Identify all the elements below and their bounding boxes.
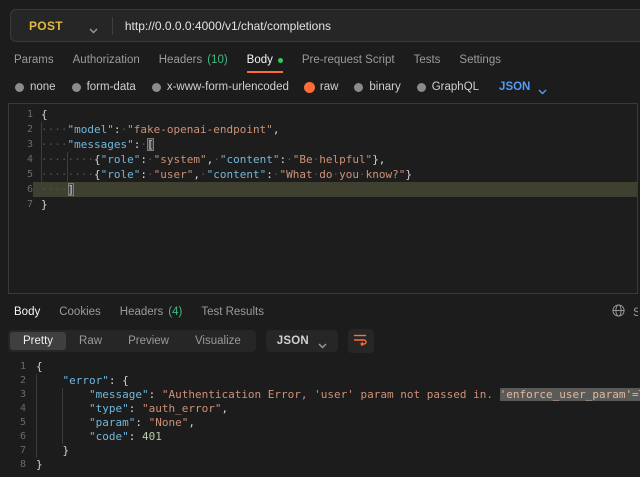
response-headers-count-badge: (4): [168, 306, 182, 318]
code-line[interactable]: 5 "param": "None",: [0, 416, 640, 430]
response-tab-cookies[interactable]: Cookies: [59, 306, 101, 318]
url-input[interactable]: http://0.0.0.0:4000/v1/chat/completions: [125, 19, 331, 33]
line-number: 7: [9, 197, 33, 212]
line-number: 6: [0, 430, 26, 444]
chevron-down-icon: [538, 84, 547, 90]
radio-icon: [152, 83, 161, 92]
status-text-clipped: S: [633, 305, 638, 319]
response-body-editor[interactable]: 1{2 "error": {3 "message": "Authenticati…: [0, 357, 640, 477]
body-type-options: none form-data x-www-form-urlencoded raw…: [15, 76, 640, 98]
view-preview[interactable]: Preview: [115, 332, 182, 350]
code-line[interactable]: 2 "error": {: [0, 374, 640, 388]
response-toolbar: Pretty Raw Preview Visualize JSON: [8, 329, 374, 353]
tab-settings[interactable]: Settings: [459, 54, 501, 66]
radio-none[interactable]: none: [15, 81, 56, 93]
line-number: 6: [9, 182, 33, 197]
code-line[interactable]: 6····]: [9, 182, 637, 197]
line-number: 1: [9, 107, 33, 122]
line-number: 4: [9, 152, 33, 167]
raw-format-dropdown[interactable]: JSON: [499, 81, 547, 93]
code-line[interactable]: 8}: [0, 458, 640, 472]
code-line[interactable]: 1{: [0, 360, 640, 374]
radio-icon: [72, 83, 81, 92]
view-pretty[interactable]: Pretty: [10, 332, 66, 350]
code-line[interactable]: 3 "message": "Authentication Error, 'use…: [0, 388, 640, 402]
code-line[interactable]: 7}: [9, 197, 637, 212]
radio-selected-icon: [305, 83, 314, 92]
radio-raw[interactable]: raw: [305, 81, 339, 93]
line-number: 5: [9, 167, 33, 182]
response-tab-body[interactable]: Body: [14, 306, 40, 318]
code-line[interactable]: 1{: [9, 107, 637, 122]
method-selector[interactable]: POST: [11, 19, 112, 33]
line-number: 3: [0, 388, 26, 402]
code-line[interactable]: 4········{"role":·"system",·"content":·"…: [9, 152, 637, 167]
request-tabs: Params Authorization Headers(10) Body Pr…: [14, 48, 640, 72]
view-visualize[interactable]: Visualize: [182, 332, 254, 350]
response-tab-headers[interactable]: Headers(4): [120, 306, 183, 318]
radio-icon: [417, 83, 426, 92]
wrap-text-icon: [353, 333, 368, 349]
code-line[interactable]: 7 }: [0, 444, 640, 458]
tab-pre-request-script[interactable]: Pre-request Script: [302, 54, 395, 66]
request-url-bar: POST http://0.0.0.0:4000/v1/chat/complet…: [10, 9, 640, 42]
body-modified-dot-icon: [278, 58, 283, 63]
method-label: POST: [29, 19, 63, 33]
tab-params[interactable]: Params: [14, 54, 54, 66]
response-view-switch: Pretty Raw Preview Visualize: [8, 330, 256, 352]
code-line[interactable]: 2····"model":·"fake-openai-endpoint",: [9, 122, 637, 137]
tab-headers[interactable]: Headers(10): [159, 54, 228, 66]
response-format-dropdown[interactable]: JSON: [266, 330, 338, 352]
line-number: 7: [0, 444, 26, 458]
code-line[interactable]: 5········{"role":·"user",·"content":·"Wh…: [9, 167, 637, 182]
line-number: 8: [0, 458, 26, 472]
response-tab-test-results[interactable]: Test Results: [201, 306, 264, 318]
tab-body[interactable]: Body: [247, 54, 283, 66]
tab-authorization[interactable]: Authorization: [73, 54, 140, 66]
radio-binary[interactable]: binary: [354, 81, 400, 93]
divider: [112, 17, 113, 35]
code-line[interactable]: 3····"messages":·[: [9, 137, 637, 152]
line-number: 3: [9, 137, 33, 152]
code-line[interactable]: 4 "type": "auth_error",: [0, 402, 640, 416]
response-tabs: Body Cookies Headers(4) Test Results S: [14, 300, 640, 323]
chevron-down-icon: [318, 338, 327, 344]
view-raw[interactable]: Raw: [66, 332, 115, 350]
radio-form-data[interactable]: form-data: [72, 81, 136, 93]
line-number: 5: [0, 416, 26, 430]
radio-icon: [354, 83, 363, 92]
globe-icon[interactable]: [612, 304, 625, 320]
wrap-text-button[interactable]: [348, 329, 374, 353]
tab-tests[interactable]: Tests: [414, 54, 441, 66]
radio-x-www-form-urlencoded[interactable]: x-www-form-urlencoded: [152, 81, 289, 93]
line-number: 2: [0, 374, 26, 388]
code-line[interactable]: 6 "code": 401: [0, 430, 640, 444]
chevron-down-icon: [89, 23, 98, 29]
request-body-editor[interactable]: 1{2····"model":·"fake-openai-endpoint",3…: [8, 103, 638, 294]
radio-icon: [15, 83, 24, 92]
line-number: 4: [0, 402, 26, 416]
radio-graphql[interactable]: GraphQL: [417, 81, 479, 93]
headers-count-badge: (10): [207, 54, 227, 66]
line-number: 1: [0, 360, 26, 374]
line-number: 2: [9, 122, 33, 137]
